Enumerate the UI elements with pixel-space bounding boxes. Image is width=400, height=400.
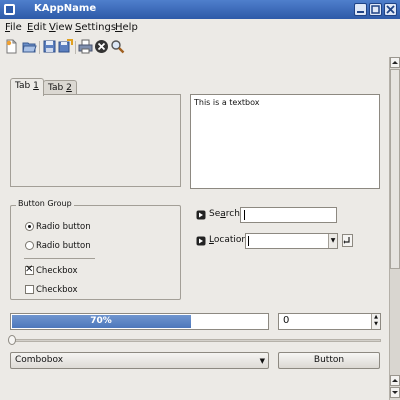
chevron-down-icon[interactable]: ▼: [260, 357, 265, 365]
close-button[interactable]: [384, 3, 397, 16]
group-separator: [24, 258, 95, 259]
menu-help[interactable]: Help: [115, 22, 138, 33]
scrollbar-handle[interactable]: [390, 69, 400, 269]
save-icon[interactable]: [42, 39, 57, 54]
location-label: Location:: [209, 235, 251, 245]
radio-button-1-label[interactable]: Radio button: [36, 222, 91, 232]
chevron-down-icon[interactable]: ▼: [328, 234, 337, 248]
radio-button-1[interactable]: [25, 222, 34, 231]
slider-handle[interactable]: [8, 335, 16, 345]
spin-up-icon[interactable]: ▲: [372, 314, 380, 321]
search-label: Search:: [209, 209, 243, 219]
menu-edit[interactable]: Edit: [27, 22, 46, 33]
combobox[interactable]: Combobox ▼: [10, 352, 269, 369]
checkbox-2-label[interactable]: Checkbox: [36, 285, 78, 295]
open-folder-icon[interactable]: [22, 39, 37, 54]
location-field-icon: [196, 236, 206, 246]
app-icon[interactable]: [3, 3, 16, 16]
radio-button-2-label[interactable]: Radio button: [36, 241, 91, 251]
progress-bar-text: 70%: [90, 316, 112, 326]
text-cursor: [244, 210, 245, 220]
location-combo-input[interactable]: ▼: [245, 233, 338, 249]
slider-track[interactable]: [10, 339, 381, 342]
toolbar: [0, 36, 400, 58]
toolbar-separator: [39, 41, 40, 54]
search-input[interactable]: [240, 207, 337, 223]
go-button[interactable]: [342, 234, 353, 247]
stop-icon[interactable]: [94, 39, 109, 54]
menu-file[interactable]: File: [5, 22, 22, 33]
tab-2[interactable]: Tab 2: [43, 80, 77, 95]
textbox[interactable]: This is a textbox: [190, 94, 380, 189]
minimize-button[interactable]: [354, 3, 367, 16]
spinbox-value: 0: [283, 315, 290, 326]
button-group-title: Button Group: [16, 199, 74, 208]
tab-panel: [10, 94, 181, 187]
radio-button-2[interactable]: [25, 241, 34, 250]
checkbox-1-label[interactable]: Checkbox: [36, 266, 78, 276]
menu-bar: File Edit View Settings Help: [0, 20, 400, 36]
checkbox-1[interactable]: ✕: [25, 264, 34, 275]
progress-bar: 70%: [10, 313, 269, 330]
menu-view[interactable]: View: [49, 22, 73, 33]
scroll-up-button[interactable]: [390, 57, 400, 68]
save-as-icon[interactable]: [58, 39, 73, 54]
spinbox[interactable]: 0 ▲ ▼: [278, 313, 381, 330]
text-cursor: [248, 236, 249, 246]
find-icon[interactable]: [110, 39, 125, 54]
push-button[interactable]: Button: [278, 352, 380, 369]
scroll-up-button-bottom[interactable]: [390, 375, 400, 386]
window-title: KAppName: [34, 3, 97, 14]
spin-down-icon[interactable]: ▼: [372, 321, 380, 328]
maximize-button[interactable]: [369, 3, 382, 16]
print-icon[interactable]: [78, 39, 93, 54]
title-bar[interactable]: KAppName: [0, 0, 400, 19]
checkbox-2[interactable]: [25, 285, 34, 294]
menu-settings[interactable]: Settings: [75, 22, 116, 33]
vertical-scrollbar[interactable]: [389, 57, 400, 400]
tab-1[interactable]: Tab 1: [10, 78, 44, 96]
new-document-icon[interactable]: [4, 39, 19, 54]
toolbar-separator: [75, 41, 76, 54]
search-field-icon: [196, 210, 206, 220]
spin-arrows[interactable]: ▲ ▼: [371, 314, 380, 329]
scroll-down-button[interactable]: [390, 387, 400, 398]
